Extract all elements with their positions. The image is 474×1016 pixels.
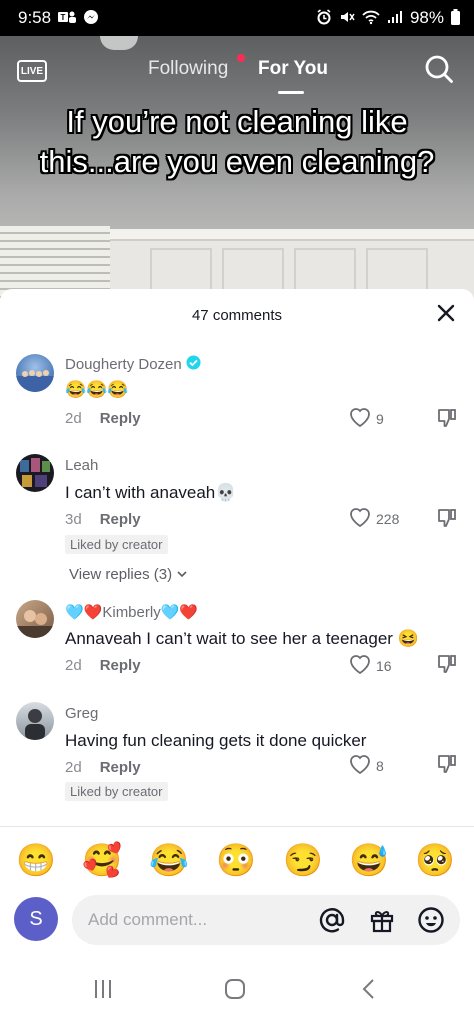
comment-meta: 2d Reply — [65, 759, 141, 776]
like-count: 9 — [376, 410, 384, 427]
status-time: 9:58 — [18, 8, 52, 27]
tab-for-you[interactable]: For You — [258, 58, 328, 80]
battery-percent: 98% — [409, 8, 444, 27]
username-text: Leah — [65, 457, 99, 474]
like-count: 228 — [376, 510, 400, 527]
dislike-icon[interactable] — [436, 653, 458, 675]
comment-username[interactable]: Leah — [65, 457, 98, 474]
avatar[interactable] — [16, 600, 54, 638]
avatar-letter: S — [29, 907, 43, 930]
reply-button[interactable]: Reply — [100, 657, 141, 674]
verified-badge-icon — [186, 355, 201, 374]
alarm-icon — [316, 9, 332, 27]
comment-age: 3d — [65, 511, 82, 528]
heart-icon — [348, 753, 372, 778]
emoji-icon[interactable] — [417, 906, 445, 934]
username-text: Dougherty Dozen — [65, 356, 182, 373]
emoji-button[interactable]: 😁 — [16, 838, 56, 882]
liked-by-creator-badge: Liked by creator — [65, 782, 168, 801]
notification-dot — [237, 54, 245, 62]
emoji-button[interactable]: 😳 — [216, 838, 256, 882]
user-avatar[interactable]: S — [14, 897, 58, 941]
heart-icon — [348, 406, 372, 431]
heart-icon — [348, 506, 372, 531]
emoji-button[interactable]: 😅 — [349, 838, 389, 882]
comment-meta: 2d Reply — [65, 410, 141, 427]
like-button[interactable]: 9 — [348, 406, 384, 431]
comment-username[interactable]: Greg — [65, 705, 98, 722]
messenger-icon — [83, 9, 99, 27]
comment-username[interactable]: 🩵❤️Kimberly🩵❤️ — [65, 603, 198, 621]
like-count: 8 — [376, 757, 384, 774]
comment-input[interactable] — [88, 910, 298, 930]
comment-input-wrapper — [72, 895, 460, 945]
tab-following[interactable]: Following — [148, 58, 228, 80]
comment-text: I can’t with anaveah💀 — [65, 483, 237, 502]
feed-header: LIVE Following For You — [0, 36, 474, 100]
comment-username[interactable]: Dougherty Dozen — [65, 355, 201, 374]
comments-count: 47 comments — [191, 307, 283, 324]
like-button[interactable]: 8 — [348, 753, 384, 778]
avatar[interactable] — [16, 454, 54, 492]
comment-age: 2d — [65, 759, 82, 776]
emoji-button[interactable]: 😂 — [149, 838, 189, 882]
comment-text: Annaveah I can’t wait to see her a teena… — [65, 629, 419, 648]
comment-age: 2d — [65, 410, 82, 427]
emoji-button[interactable]: 🥰 — [82, 838, 122, 882]
username-text: 🩵❤️Kimberly🩵❤️ — [65, 604, 199, 621]
reply-button[interactable]: Reply — [100, 511, 141, 528]
comment-input-bar: S — [0, 895, 474, 947]
back-icon[interactable] — [358, 978, 380, 1005]
heart-icon — [348, 653, 372, 678]
status-right: 98% — [316, 8, 460, 28]
chevron-down-icon — [176, 566, 188, 583]
wifi-icon — [362, 9, 380, 27]
status-left: 9:58 T — [18, 8, 99, 28]
emoji-button[interactable]: 😏 — [283, 838, 323, 882]
mute-icon — [339, 9, 355, 27]
like-button[interactable]: 228 — [348, 506, 399, 531]
username-text: Greg — [65, 705, 99, 722]
comment-meta: 3d Reply — [65, 511, 141, 528]
active-tab-indicator — [278, 91, 304, 94]
comment-age: 2d — [65, 657, 82, 674]
dislike-icon[interactable] — [436, 507, 458, 529]
comment-text: 😂😂😂 — [65, 380, 129, 399]
svg-text:T: T — [61, 13, 66, 22]
search-icon[interactable] — [424, 54, 454, 84]
like-count: 16 — [376, 657, 392, 674]
status-bar: 9:58 T 98% — [0, 0, 474, 36]
comment-meta: 2d Reply — [65, 657, 141, 674]
gift-icon[interactable] — [368, 906, 396, 934]
mention-icon[interactable] — [318, 906, 346, 934]
system-nav-bar — [0, 960, 474, 1016]
battery-icon — [451, 9, 460, 27]
liked-by-creator-badge: Liked by creator — [65, 535, 168, 554]
live-label: LIVE — [20, 65, 44, 77]
divider — [0, 826, 474, 827]
comment-text: Having fun cleaning gets it done quicker — [65, 731, 367, 750]
emoji-button[interactable]: 🥺 — [415, 838, 455, 882]
emoji-quick-bar: 😁 🥰 😂 😳 😏 😅 🥺 — [0, 838, 474, 882]
signal-icon — [387, 10, 403, 26]
recent-apps-icon[interactable] — [92, 978, 114, 1005]
teams-icon: T — [58, 10, 77, 26]
view-replies-button[interactable]: View replies (3) — [69, 566, 188, 583]
reply-button[interactable]: Reply — [100, 759, 141, 776]
reply-button[interactable]: Reply — [100, 410, 141, 427]
dislike-icon[interactable] — [436, 407, 458, 429]
close-icon[interactable] — [433, 300, 459, 326]
avatar[interactable] — [16, 354, 54, 392]
crown-molding — [110, 229, 474, 241]
avatar[interactable] — [16, 702, 54, 740]
video-caption: If you’re not cleaning like this...are y… — [39, 104, 435, 179]
home-icon[interactable] — [224, 978, 246, 1005]
dislike-icon[interactable] — [436, 753, 458, 775]
view-replies-label: View replies (3) — [69, 566, 173, 583]
live-button[interactable]: LIVE — [17, 60, 47, 82]
like-button[interactable]: 16 — [348, 653, 392, 678]
